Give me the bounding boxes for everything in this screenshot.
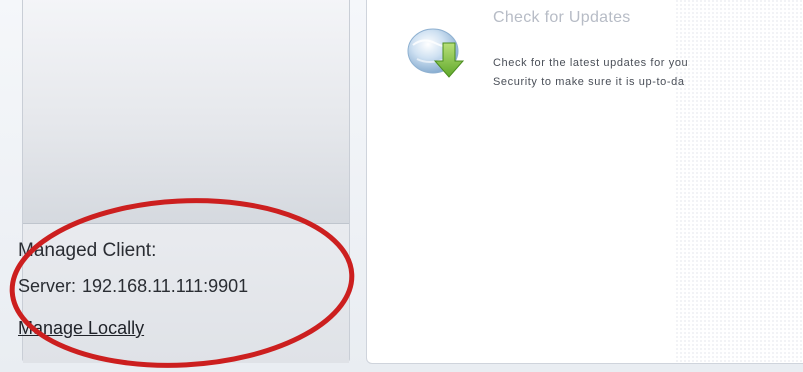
server-label: Server: (18, 276, 77, 296)
server-address: 192.168.11.111:9901 (82, 276, 249, 296)
description-line-1: Check for the latest updates for you (493, 57, 689, 69)
main-content-panel: Check for Updates Check for the latest u… (366, 0, 803, 364)
manage-locally-link[interactable]: Manage Locally (18, 318, 144, 339)
description-line-2: Security to make sure it is up-to-da (493, 76, 685, 88)
check-updates-title[interactable]: Check for Updates (493, 9, 631, 27)
update-globe-arrow-icon[interactable] (403, 15, 469, 85)
managed-client-label: Managed Client: (18, 240, 157, 261)
server-info: Server: 192.168.11.111:9901 (18, 276, 248, 297)
check-updates-description: Check for the latest updates for you Sec… (493, 54, 688, 92)
sidebar-top-section (23, 0, 349, 224)
sidebar-panel (22, 0, 350, 363)
background-pattern (675, 0, 803, 363)
